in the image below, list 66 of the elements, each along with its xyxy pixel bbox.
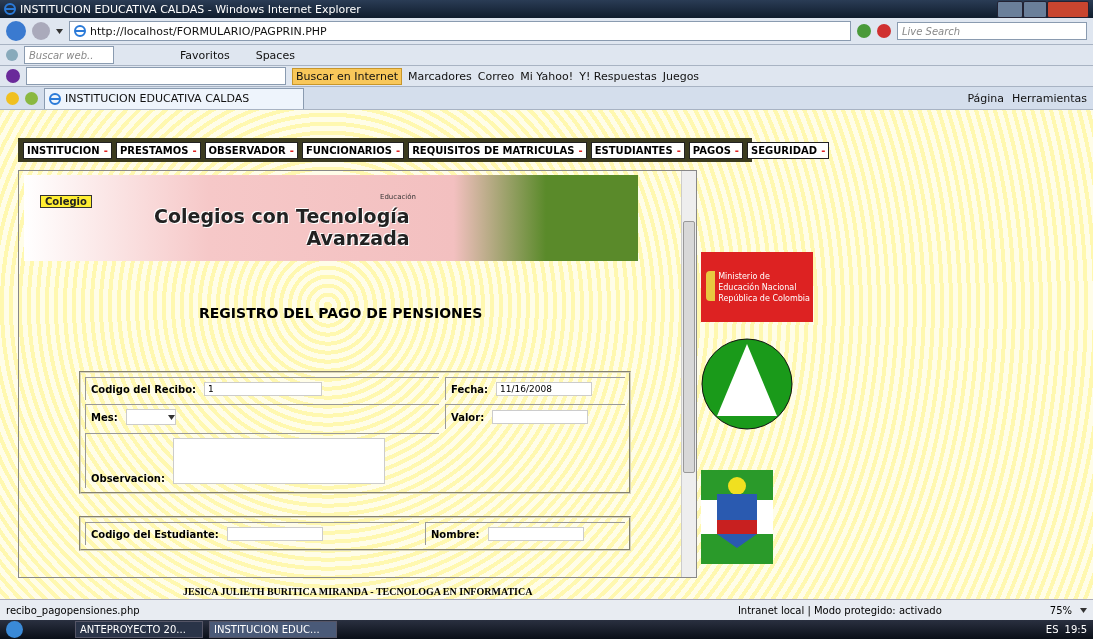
- ministry-logo: Ministerio de Educación Nacional República de Colombia: [701, 252, 813, 322]
- text-field[interactable]: [492, 410, 589, 424]
- browser-icon: [49, 92, 61, 105]
- forward-button[interactable]: [32, 22, 50, 40]
- banner-title: Colegios con Tecnología Avanzada: [154, 205, 410, 249]
- yahoo-bar-item[interactable]: Marcadores: [408, 69, 472, 83]
- form-cell: Codigo del Recibo: 1: [85, 377, 439, 400]
- menu-item[interactable]: INSTITUCION -: [23, 141, 112, 159]
- command-bar-item[interactable]: Página: [967, 91, 1005, 105]
- taskbar-button[interactable]: INSTITUCION EDUC...: [209, 621, 337, 638]
- browser-tab[interactable]: INSTITUCION EDUCATIVA CALDAS: [44, 87, 304, 109]
- form-cell: Observacion:: [85, 433, 439, 488]
- clock: 19:5: [1064, 624, 1087, 635]
- caret-icon: [167, 414, 175, 420]
- yahoo-bar-item[interactable]: Juegos: [662, 69, 700, 83]
- observation-field[interactable]: [172, 438, 385, 484]
- menu-item[interactable]: SEGURIDAD -: [747, 141, 830, 159]
- taskbar-button[interactable]: ANTEPROYECTO 20...: [75, 621, 203, 638]
- browser-icon: [74, 25, 86, 37]
- yahoo-bar-item[interactable]: Correo: [477, 69, 515, 83]
- menu-item[interactable]: ESTUDIANTES -: [590, 141, 685, 159]
- form-heading: REGISTRO DEL PAGO DE PENSIONES: [199, 305, 484, 321]
- stop-button[interactable]: [877, 24, 891, 38]
- menu-item[interactable]: REQUISITOS DE MATRICULAS -: [408, 141, 587, 159]
- minimize-button[interactable]: [997, 0, 1023, 18]
- coat-of-arms-icon: [701, 470, 773, 564]
- toolbar-item[interactable]: Favoritos: [180, 48, 230, 62]
- text-field[interactable]: 11/16/2008: [496, 382, 592, 396]
- yahoo-bar-item[interactable]: Mi Yahoo!: [520, 69, 574, 83]
- form-cell: Nombre:: [425, 522, 625, 545]
- start-button[interactable]: [6, 621, 23, 638]
- zoom-level[interactable]: 75%: [1049, 604, 1072, 616]
- form-cell: Mes:: [85, 404, 439, 429]
- form-cell: Fecha: 11/16/2008: [445, 377, 625, 400]
- caret-icon: [1080, 607, 1087, 613]
- menu-item[interactable]: PAGOS -: [688, 141, 743, 159]
- yahoo-search-field[interactable]: [26, 67, 286, 85]
- search-field[interactable]: Live Search: [897, 22, 1087, 40]
- security-zone-text: Intranet local | Modo protegido: activado: [737, 604, 942, 616]
- form-cell: Codigo del Estudiante:: [85, 522, 419, 545]
- text-field[interactable]: 1: [204, 382, 323, 396]
- caret-icon: [56, 28, 63, 34]
- close-button[interactable]: [1047, 0, 1089, 18]
- maximize-button[interactable]: [1023, 0, 1047, 18]
- window-title: INSTITUCION EDUCATIVA CALDAS - Windows Internet Explorer: [20, 2, 361, 16]
- back-button[interactable]: [6, 21, 26, 41]
- search-button[interactable]: Buscar en Internet: [292, 67, 402, 85]
- month-select[interactable]: [125, 409, 176, 425]
- toolbar-item[interactable]: Spaces: [255, 48, 295, 62]
- text-field[interactable]: [487, 527, 584, 541]
- web-search-field[interactable]: Buscar web..: [24, 46, 114, 64]
- scrollbar[interactable]: [681, 171, 696, 577]
- text-field[interactable]: [226, 527, 323, 541]
- language-indicator[interactable]: ES: [1045, 624, 1059, 635]
- menu-item[interactable]: OBSERVADOR -: [204, 141, 298, 159]
- banner-badge: Colegio: [40, 195, 92, 208]
- address-field[interactable]: http://localhost/FORMULARIO/PAGPRIN.PHP: [69, 21, 851, 41]
- yahoo-bar-item[interactable]: Y! Respuestas: [579, 69, 657, 83]
- form-cell: Valor:: [445, 404, 625, 429]
- menu-item[interactable]: FUNCIONARIOS -: [301, 141, 405, 159]
- command-bar-item[interactable]: Herramientas: [1012, 91, 1087, 105]
- footer-text: JESICA JULIETH BURITICA MIRANDA - TECNOLOGA EN INFORMATICA: [183, 586, 534, 597]
- menu-item[interactable]: PRESTAMOS -: [115, 141, 201, 159]
- status-text: recibo_pagopensiones.php: [6, 604, 140, 616]
- refresh-button[interactable]: [857, 24, 871, 38]
- browser-icon: [4, 3, 16, 15]
